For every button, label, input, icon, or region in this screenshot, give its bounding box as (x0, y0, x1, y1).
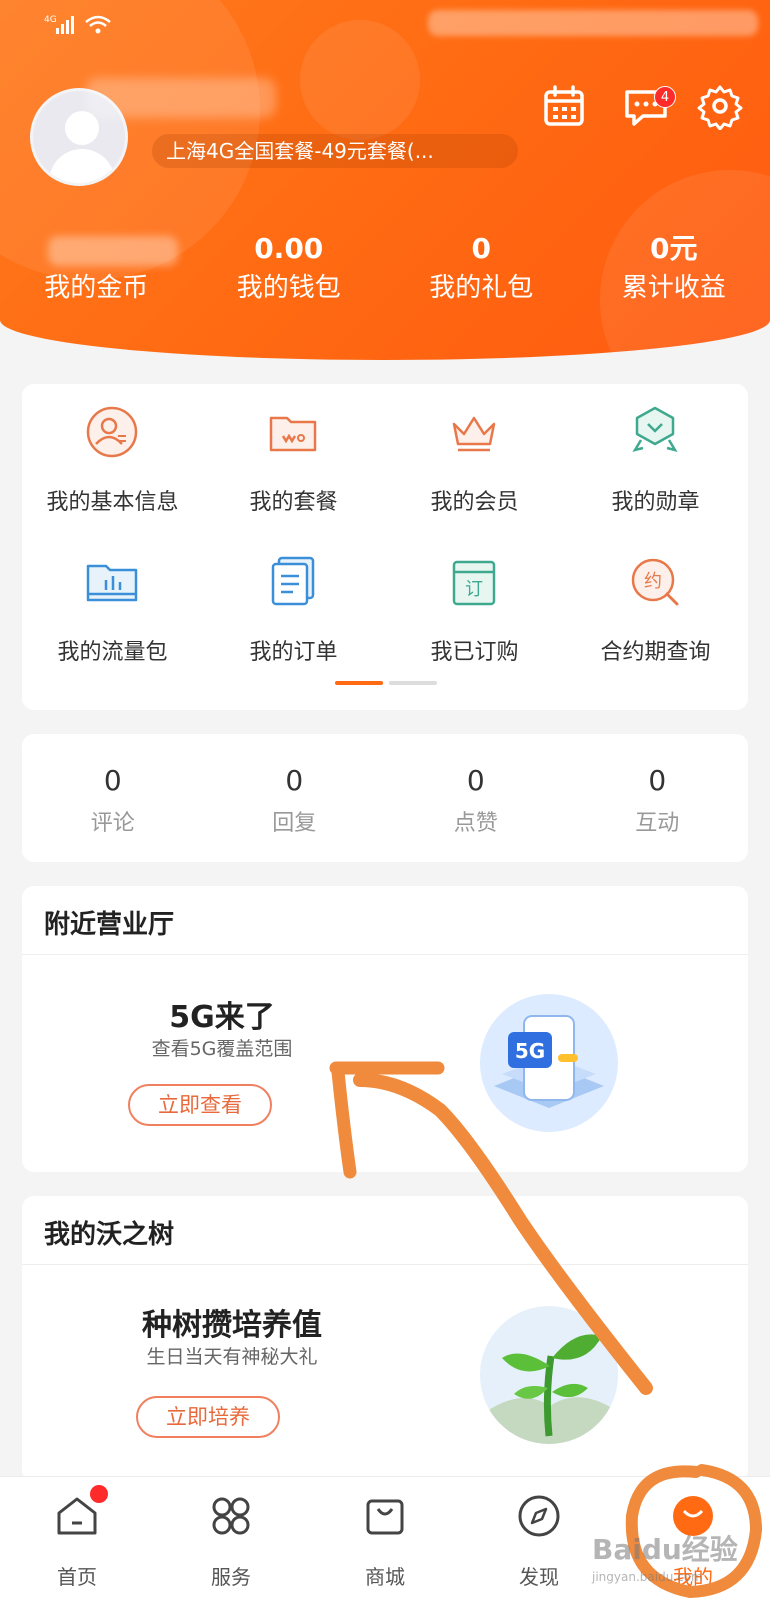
count-label: 评论 (90, 811, 135, 836)
user-name-blurred (86, 78, 276, 118)
interaction-counts: 0 评论 0 回复 0 点赞 0 互动 (22, 734, 748, 862)
stat-coins[interactable]: 我的金币 (0, 232, 193, 322)
wo-tree-card: 我的沃之树 种树攒培养值 生日当天有神秘大礼 立即培养 (22, 1196, 748, 1482)
person-card-icon (86, 406, 138, 458)
menu-item-label: 合约期查询 (600, 640, 711, 665)
stat-value: 0.00 (254, 232, 324, 265)
stat-label: 我的钱包 (236, 273, 341, 303)
stat-value: 0元 (650, 232, 698, 265)
crown-icon (452, 416, 496, 452)
interaction-counts-card: 0 评论 0 回复 0 点赞 0 互动 (22, 734, 748, 862)
menu-item-label: 我的会员 (430, 490, 519, 515)
stat-label: 我的金币 (44, 273, 149, 303)
stat-label: 累计收益 (621, 273, 726, 303)
message-count-badge: 4 (654, 86, 676, 108)
menu-item-label: 我的订单 (249, 640, 338, 665)
nearby-store-card: 附近营业厅 5G来了 查看5G覆盖范围 立即查看 5G (22, 886, 748, 1172)
compass-icon (518, 1495, 560, 1537)
divider (22, 1264, 748, 1265)
menu-item-label: 我已订购 (430, 640, 519, 665)
tab-services[interactable]: 服务 (154, 1477, 308, 1599)
shopping-bag-icon (366, 1499, 404, 1535)
menu-item-basic-info[interactable]: 我的基本信息 (22, 384, 203, 524)
watermark-text: Baidu经验 (592, 1533, 738, 1566)
stat-gifts[interactable]: 0 我的礼包 (385, 232, 578, 322)
count-label: 互动 (635, 811, 680, 836)
divider (22, 954, 748, 955)
status-icons-blurred (428, 10, 758, 36)
grow-now-button[interactable]: 立即培养 (136, 1396, 280, 1438)
data-folder-icon (86, 564, 138, 602)
calendar-icon[interactable] (540, 82, 588, 130)
tab-home[interactable]: 首页 (0, 1477, 154, 1599)
avatar-body (49, 149, 115, 183)
services-icon (212, 1497, 250, 1535)
promo-subtitle: 生日当天有神秘大礼 (146, 1346, 318, 1368)
menu-item-data-packs[interactable]: 我的流量包 (22, 534, 203, 674)
5g-art-label: 5G (515, 1039, 545, 1063)
settings-gear-icon[interactable] (696, 82, 744, 130)
tab-label: 商城 (365, 1565, 405, 1589)
5g-illustration[interactable]: 5G (480, 994, 618, 1132)
sprout-icon (480, 1334, 618, 1444)
stat-wallet[interactable]: 0.00 我的钱包 (193, 232, 386, 322)
pager-dot[interactable] (389, 681, 437, 685)
contract-search-icon: 约 (631, 558, 679, 606)
tab-label: 首页 (57, 1565, 97, 1589)
subscribed-icon: 订 (452, 560, 496, 606)
menu-item-membership[interactable]: 我的会员 (384, 384, 565, 524)
menu-item-my-plan[interactable]: 我的套餐 (203, 384, 384, 524)
stat-label: 我的礼包 (429, 273, 534, 303)
count-comments[interactable]: 0 评论 (22, 734, 204, 862)
menu-item-subscribed[interactable]: 订 我已订购 (384, 534, 565, 674)
menu-item-label: 我的勋章 (611, 490, 700, 515)
svg-text:订: 订 (465, 579, 483, 600)
count-value: 0 (648, 764, 667, 797)
svg-text:约: 约 (644, 571, 662, 592)
count-label: 回复 (272, 811, 317, 836)
menu-item-label: 我的基本信息 (46, 490, 179, 515)
count-label: 点赞 (453, 811, 498, 836)
tab-mall[interactable]: 商城 (308, 1477, 462, 1599)
menu-item-label: 我的套餐 (249, 490, 338, 515)
section-title: 我的沃之树 (44, 1220, 175, 1250)
menu-item-orders[interactable]: 我的订单 (203, 534, 384, 674)
menu-card: 我的基本信息 我的套餐 我的会员 我的勋章 我的流量包 我的订单 订 我已订购 … (22, 384, 748, 710)
promo-title: 种树攒培养值 (142, 1308, 322, 1343)
menu-item-label: 我的流量包 (57, 640, 168, 665)
watermark-url: jingyan.baidu.com (592, 1570, 703, 1584)
5g-phone-icon: 5G (494, 1015, 604, 1108)
status-bar: 4G (0, 0, 770, 50)
package-folder-icon (269, 416, 317, 452)
signal-wifi-icon: 4G (44, 15, 111, 34)
svg-text:4G: 4G (44, 15, 57, 25)
medal-icon (632, 406, 678, 452)
count-replies[interactable]: 0 回复 (204, 734, 386, 862)
order-doc-icon (271, 556, 315, 606)
sprout-illustration[interactable] (480, 1306, 618, 1444)
stat-value: 0 (471, 232, 491, 265)
wallet-stats: 我的金币 0.00 我的钱包 0 我的礼包 0元 累计收益 (0, 232, 770, 322)
count-value: 0 (466, 764, 485, 797)
promo-subtitle: 查看5G覆盖范围 (151, 1038, 293, 1060)
count-value: 0 (285, 764, 304, 797)
pager-dot-active[interactable] (335, 681, 383, 685)
baidu-watermark: Baidu经验 jingyan.baidu.com (592, 1528, 770, 1598)
view-now-button[interactable]: 立即查看 (128, 1084, 272, 1126)
section-title: 附近营业厅 (44, 910, 175, 940)
count-value: 0 (103, 764, 122, 797)
plan-label[interactable]: 上海4G全国套餐-49元套餐(... (152, 134, 518, 168)
home-notification-dot (90, 1485, 108, 1503)
profile-header: 4G 上海4G全国套餐-49元套餐(... 4 我的金币 0.00 我的钱包 0… (0, 0, 770, 360)
promo-title: 5G来了 (169, 1000, 275, 1035)
coin-value-blurred (48, 236, 178, 266)
stat-earnings[interactable]: 0元 累计收益 (578, 232, 770, 322)
count-interactions[interactable]: 0 互动 (567, 734, 749, 862)
menu-item-contract[interactable]: 约 合约期查询 (565, 534, 746, 674)
count-likes[interactable]: 0 点赞 (385, 734, 567, 862)
tab-label: 服务 (211, 1565, 251, 1589)
menu-item-medals[interactable]: 我的勋章 (565, 384, 746, 524)
